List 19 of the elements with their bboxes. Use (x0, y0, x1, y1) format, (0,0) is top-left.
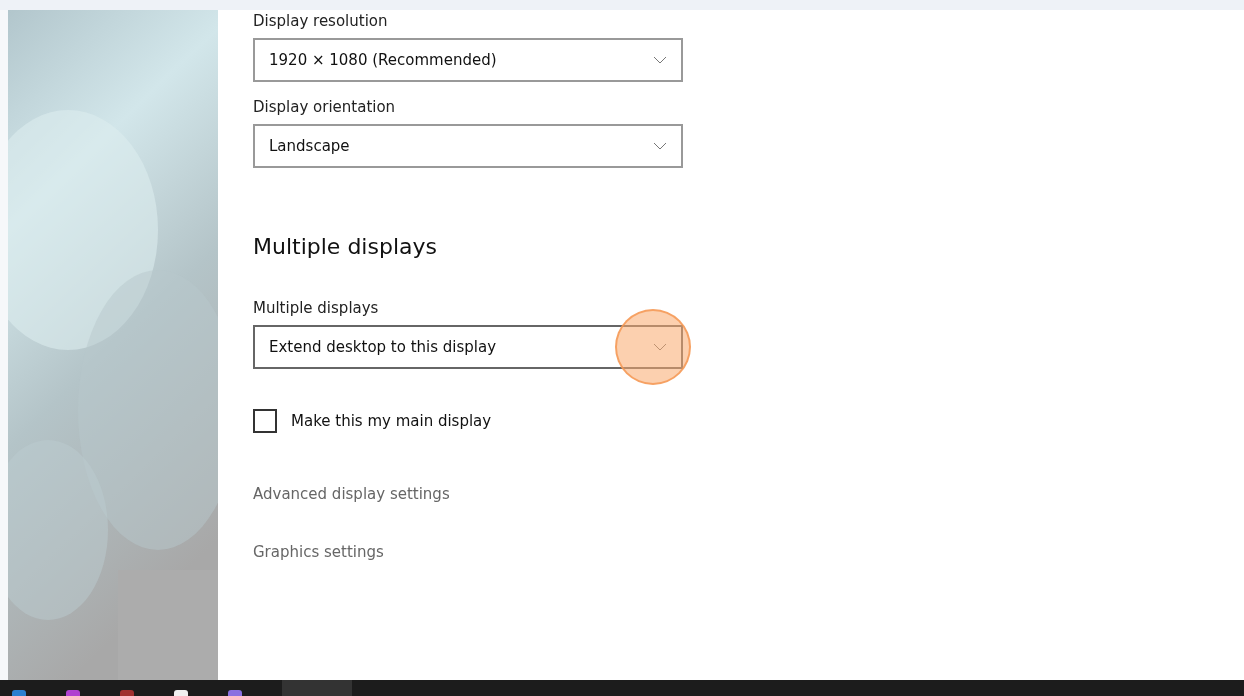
taskbar-icon[interactable] (12, 690, 26, 696)
taskbar-icon[interactable] (174, 690, 188, 696)
taskbar-icon[interactable] (120, 690, 134, 696)
field-label: Display resolution (253, 12, 389, 30)
checkbox[interactable] (253, 409, 277, 433)
checkbox-label[interactable]: Make this my main display (291, 412, 492, 430)
settings-link[interactable]: Advanced display settings (253, 485, 683, 503)
dropdown[interactable]: Extend desktop to this display (253, 325, 683, 369)
taskbar-icon[interactable] (66, 690, 80, 696)
settings-link[interactable]: Graphics settings (253, 543, 683, 561)
dropdown[interactable]: Landscape (253, 124, 683, 168)
chevron-down-icon (653, 56, 667, 64)
field-label: Multiple displays (253, 299, 380, 317)
dropdown[interactable]: 1920 × 1080 (Recommended) (253, 38, 683, 82)
taskbar-icon[interactable] (228, 690, 242, 696)
chevron-down-icon (653, 343, 667, 351)
field-label: Display orientation (253, 98, 397, 116)
section-heading: Multiple displays (253, 234, 438, 259)
chevron-down-icon (653, 142, 667, 150)
